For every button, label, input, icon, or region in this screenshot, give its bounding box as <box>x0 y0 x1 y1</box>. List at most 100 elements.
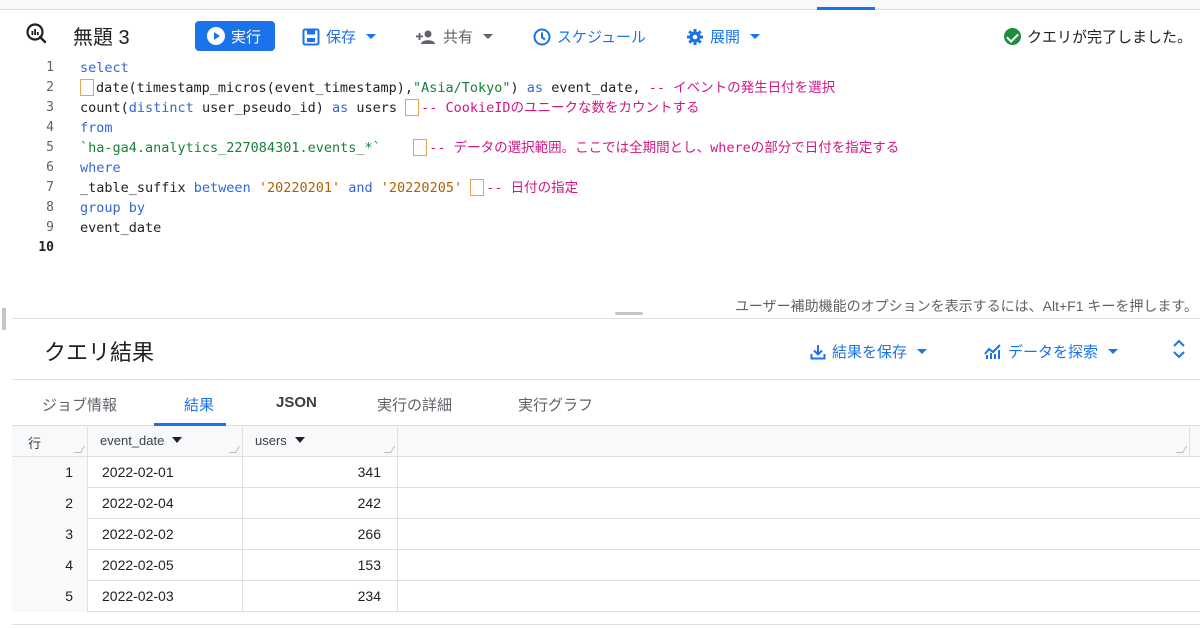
code-token: event_date, <box>543 80 649 96</box>
active-tab-indicator <box>817 7 875 10</box>
explore-data-button[interactable]: データを探索 <box>984 341 1119 362</box>
query-title[interactable]: 無題 3 <box>73 21 130 50</box>
string-literal: '20220201' <box>258 180 341 196</box>
status-text: クエリが完了しました。 <box>1026 29 1192 46</box>
deploy-button-label: 展開 <box>710 29 741 46</box>
row-number: 2 <box>12 488 88 519</box>
query-toolbar: 無題 3 実行 保存 共有 スケジュール 展開 クエリが完了しました。 <box>0 12 1200 56</box>
results-tabs: ジョブ情報 結果 JSON 実行の詳細 実行グラフ <box>12 380 1200 426</box>
cell-users[interactable]: 341 <box>243 457 398 488</box>
editor-resize-handle[interactable] <box>615 312 643 315</box>
cell-users[interactable]: 242 <box>243 488 398 519</box>
code-comment: -- CookieIDのユニークな数をカウントする <box>421 100 700 116</box>
table-row: 5 2022-02-03 234 <box>12 581 1200 612</box>
code-line: select <box>80 58 1200 78</box>
line-number: 8 <box>46 200 54 215</box>
share-button-label: 共有 <box>443 29 474 46</box>
results-title: クエリ結果 <box>44 340 155 365</box>
sort-menu-icon[interactable] <box>172 437 183 443</box>
row-number: 5 <box>12 581 88 612</box>
code-token: date(timestamp_micros(event_timestamp), <box>96 80 413 96</box>
cell-users[interactable]: 266 <box>243 519 398 550</box>
deploy-button[interactable]: 展開 <box>686 26 761 47</box>
whitespace-marker <box>413 139 428 156</box>
tab-results[interactable]: 結果 <box>184 394 214 415</box>
line-number: 3 <box>46 100 54 115</box>
run-button-label: 実行 <box>231 28 262 46</box>
query-icon <box>26 23 47 44</box>
code-area[interactable]: select date(timestamp_micros(event_times… <box>80 58 1200 258</box>
schedule-button[interactable]: スケジュール <box>533 26 646 47</box>
table-literal: `ha-ga4.analytics_227084301.events_*` <box>80 140 381 156</box>
chevron-down-icon <box>917 349 928 354</box>
code-comment: -- イベントの発生日付を選択 <box>648 80 836 96</box>
keyword: between <box>193 180 251 196</box>
results-header: クエリ結果 結果を保存 データを探索 <box>12 318 1200 380</box>
code-line: from <box>80 118 1200 138</box>
row-number: 3 <box>12 519 88 550</box>
line-number: 9 <box>46 220 54 235</box>
code-line: count(distinct user_pseudo_id) as users … <box>80 98 1200 118</box>
code-line: event_date <box>80 218 1200 238</box>
save-results-button[interactable]: 結果を保存 <box>810 341 928 362</box>
whitespace-marker <box>80 79 94 96</box>
chevron-down-icon <box>1108 349 1119 354</box>
keyword: distinct <box>128 100 194 116</box>
table-bottom-border <box>12 624 1200 625</box>
column-header-users[interactable]: users <box>243 426 398 457</box>
sort-menu-icon[interactable] <box>294 437 305 443</box>
cell-event-date[interactable]: 2022-02-03 <box>88 581 243 612</box>
play-icon <box>207 27 225 45</box>
panel-drag-handle[interactable] <box>2 308 6 330</box>
cell-event-date[interactable]: 2022-02-02 <box>88 519 243 550</box>
explore-data-label: データを探索 <box>1008 344 1099 361</box>
save-button[interactable]: 保存 <box>302 26 377 47</box>
whitespace-marker <box>405 99 420 116</box>
run-button[interactable]: 実行 <box>195 21 275 51</box>
clock-icon <box>533 28 551 45</box>
table-header: 行 event_date users <box>12 426 1200 457</box>
code-token: users <box>348 100 406 116</box>
keyword: as <box>526 80 544 96</box>
code-line: `ha-ga4.analytics_227084301.events_*` --… <box>80 138 1200 158</box>
code-line: group by <box>80 198 1200 218</box>
sql-editor[interactable]: 1 2 3 4 5 6 7 8 9 10 select date(timesta… <box>12 56 1200 315</box>
chevron-down-icon <box>366 34 377 39</box>
save-icon <box>302 28 320 45</box>
cell-event-date[interactable]: 2022-02-04 <box>88 488 243 519</box>
code-token: user_pseudo_id) <box>193 100 332 116</box>
resize-handle[interactable] <box>228 446 241 453</box>
resize-handle[interactable] <box>1175 446 1188 453</box>
expand-icon[interactable] <box>1172 339 1186 359</box>
tab-job-info[interactable]: ジョブ情報 <box>42 394 117 415</box>
tab-json[interactable]: JSON <box>276 394 317 411</box>
line-number: 6 <box>46 160 54 175</box>
table-row: 4 2022-02-05 153 <box>12 550 1200 581</box>
resize-handle[interactable] <box>73 446 86 453</box>
tab-execution-graph[interactable]: 実行グラフ <box>518 394 593 415</box>
save-results-label: 結果を保存 <box>832 344 908 361</box>
cell-users[interactable]: 234 <box>243 581 398 612</box>
line-number: 7 <box>46 180 54 195</box>
table-row: 3 2022-02-02 266 <box>12 519 1200 550</box>
download-icon <box>810 344 826 359</box>
tab-execution-details[interactable]: 実行の詳細 <box>377 394 452 415</box>
column-header-label: event_date <box>100 433 165 448</box>
code-token: _table_suffix <box>80 180 194 196</box>
column-header-event-date[interactable]: event_date <box>88 426 243 457</box>
code-line: _table_suffix between '20220201' and '20… <box>80 178 1200 198</box>
row-number: 1 <box>12 457 88 488</box>
resize-handle[interactable] <box>383 446 396 453</box>
check-circle-icon <box>1003 28 1021 45</box>
column-header-filler <box>398 426 1190 457</box>
share-button[interactable]: 共有 <box>415 26 494 47</box>
cell-event-date[interactable]: 2022-02-05 <box>88 550 243 581</box>
column-header-label: 行 <box>28 436 42 451</box>
bigquery-editor-page: 無題 3 実行 保存 共有 スケジュール 展開 クエリが完了しました。 1 2 … <box>0 0 1200 628</box>
cell-users[interactable]: 153 <box>243 550 398 581</box>
cell-event-date[interactable]: 2022-02-01 <box>88 457 243 488</box>
code-token: count( <box>80 100 129 116</box>
string-literal: "Asia/Tokyo" <box>412 80 511 96</box>
keyword: as <box>331 100 349 116</box>
